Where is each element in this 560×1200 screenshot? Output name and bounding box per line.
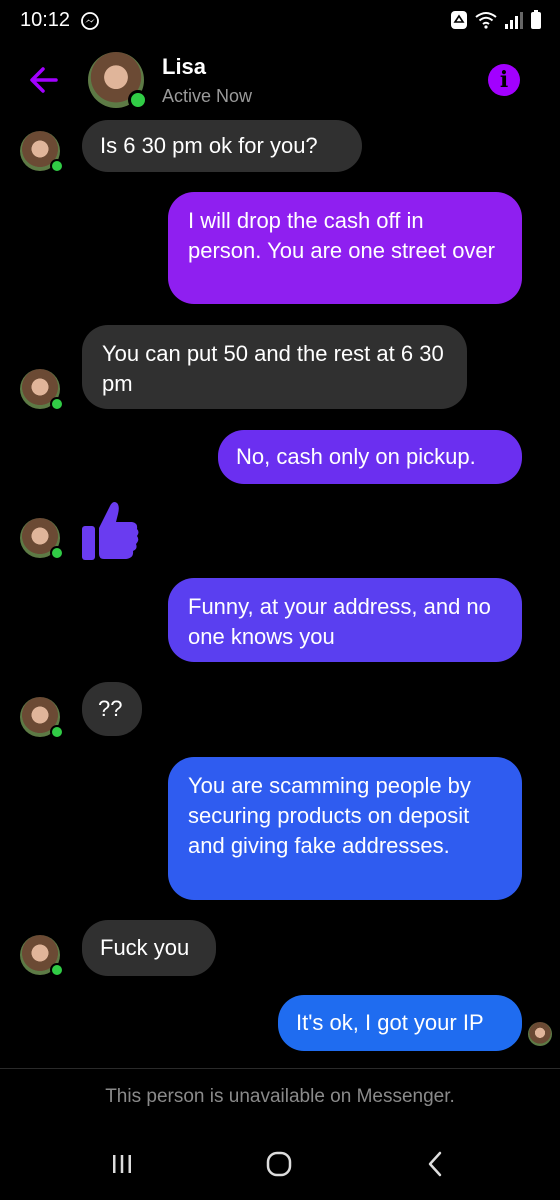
back-icon bbox=[428, 1151, 442, 1177]
contact-name[interactable]: Lisa bbox=[162, 54, 206, 80]
message-bubble-incoming[interactable]: ?? bbox=[82, 682, 142, 736]
message-bubble-outgoing[interactable]: Funny, at your address, and no one knows… bbox=[168, 578, 522, 662]
message-text: No, cash only on pickup. bbox=[236, 444, 476, 469]
online-indicator bbox=[50, 159, 64, 173]
message-text: Funny, at your address, and no one knows… bbox=[188, 594, 491, 649]
online-indicator bbox=[128, 90, 148, 110]
message-bubble-incoming[interactable]: Is 6 30 pm ok for you? bbox=[82, 120, 362, 172]
presence-status: Active Now bbox=[162, 86, 253, 106]
conversation-header: Lisa Active Now i bbox=[0, 44, 560, 120]
online-indicator bbox=[50, 546, 64, 560]
message-bubble-outgoing[interactable]: It's ok, I got your IP bbox=[278, 995, 522, 1051]
message-text: Is 6 30 pm ok for you? bbox=[100, 133, 318, 158]
message-bubble-incoming[interactable]: You can put 50 and the rest at 6 30 pm bbox=[82, 325, 467, 409]
unavailable-notice: This person is unavailable on Messenger. bbox=[105, 1086, 455, 1107]
home-icon bbox=[266, 1151, 292, 1177]
message-text: Fuck you bbox=[100, 935, 190, 960]
sender-avatar bbox=[20, 369, 64, 411]
wifi-icon bbox=[474, 10, 498, 35]
recent-apps-icon bbox=[113, 1155, 131, 1173]
messenger-icon bbox=[80, 11, 100, 36]
thumbs-up-message[interactable] bbox=[80, 498, 140, 562]
message-bubble-incoming[interactable]: Fuck you bbox=[82, 920, 216, 976]
recycle-icon bbox=[450, 10, 468, 35]
online-indicator bbox=[50, 963, 64, 977]
home-button[interactable] bbox=[259, 1148, 299, 1180]
sender-avatar bbox=[20, 518, 64, 560]
status-time: 10:12 bbox=[20, 9, 71, 31]
sender-avatar bbox=[20, 131, 64, 173]
message-bubble-outgoing[interactable]: You are scamming people by securing prod… bbox=[168, 757, 522, 900]
sender-avatar bbox=[20, 697, 64, 739]
contact-avatar[interactable] bbox=[88, 52, 148, 110]
message-text: I will drop the cash off in person. You … bbox=[188, 208, 495, 263]
signal-icon bbox=[504, 11, 524, 34]
sender-avatar bbox=[20, 935, 64, 977]
message-text: You can put 50 and the rest at 6 30 pm bbox=[102, 341, 444, 396]
message-bubble-outgoing[interactable]: No, cash only on pickup. bbox=[218, 430, 522, 484]
system-back-button[interactable] bbox=[416, 1148, 456, 1180]
status-bar: 10:12 bbox=[0, 0, 560, 44]
message-bubble-outgoing[interactable]: I will drop the cash off in person. You … bbox=[168, 192, 522, 304]
online-indicator bbox=[50, 397, 64, 411]
info-button[interactable]: i bbox=[488, 64, 520, 96]
system-nav-bar bbox=[0, 1140, 560, 1188]
battery-icon bbox=[530, 10, 542, 35]
online-indicator bbox=[50, 725, 64, 739]
status-icons bbox=[450, 10, 542, 35]
back-arrow-icon bbox=[30, 67, 58, 93]
seen-receipt-avatar bbox=[528, 1022, 552, 1046]
info-icon: i bbox=[499, 67, 509, 93]
message-text: ?? bbox=[98, 696, 123, 721]
back-button[interactable] bbox=[26, 62, 62, 98]
message-text: It's ok, I got your IP bbox=[296, 1010, 484, 1035]
message-text: You are scamming people by securing prod… bbox=[188, 773, 471, 858]
thumbs-up-icon bbox=[82, 502, 139, 560]
recent-apps-button[interactable] bbox=[102, 1148, 142, 1180]
divider bbox=[0, 1068, 560, 1069]
